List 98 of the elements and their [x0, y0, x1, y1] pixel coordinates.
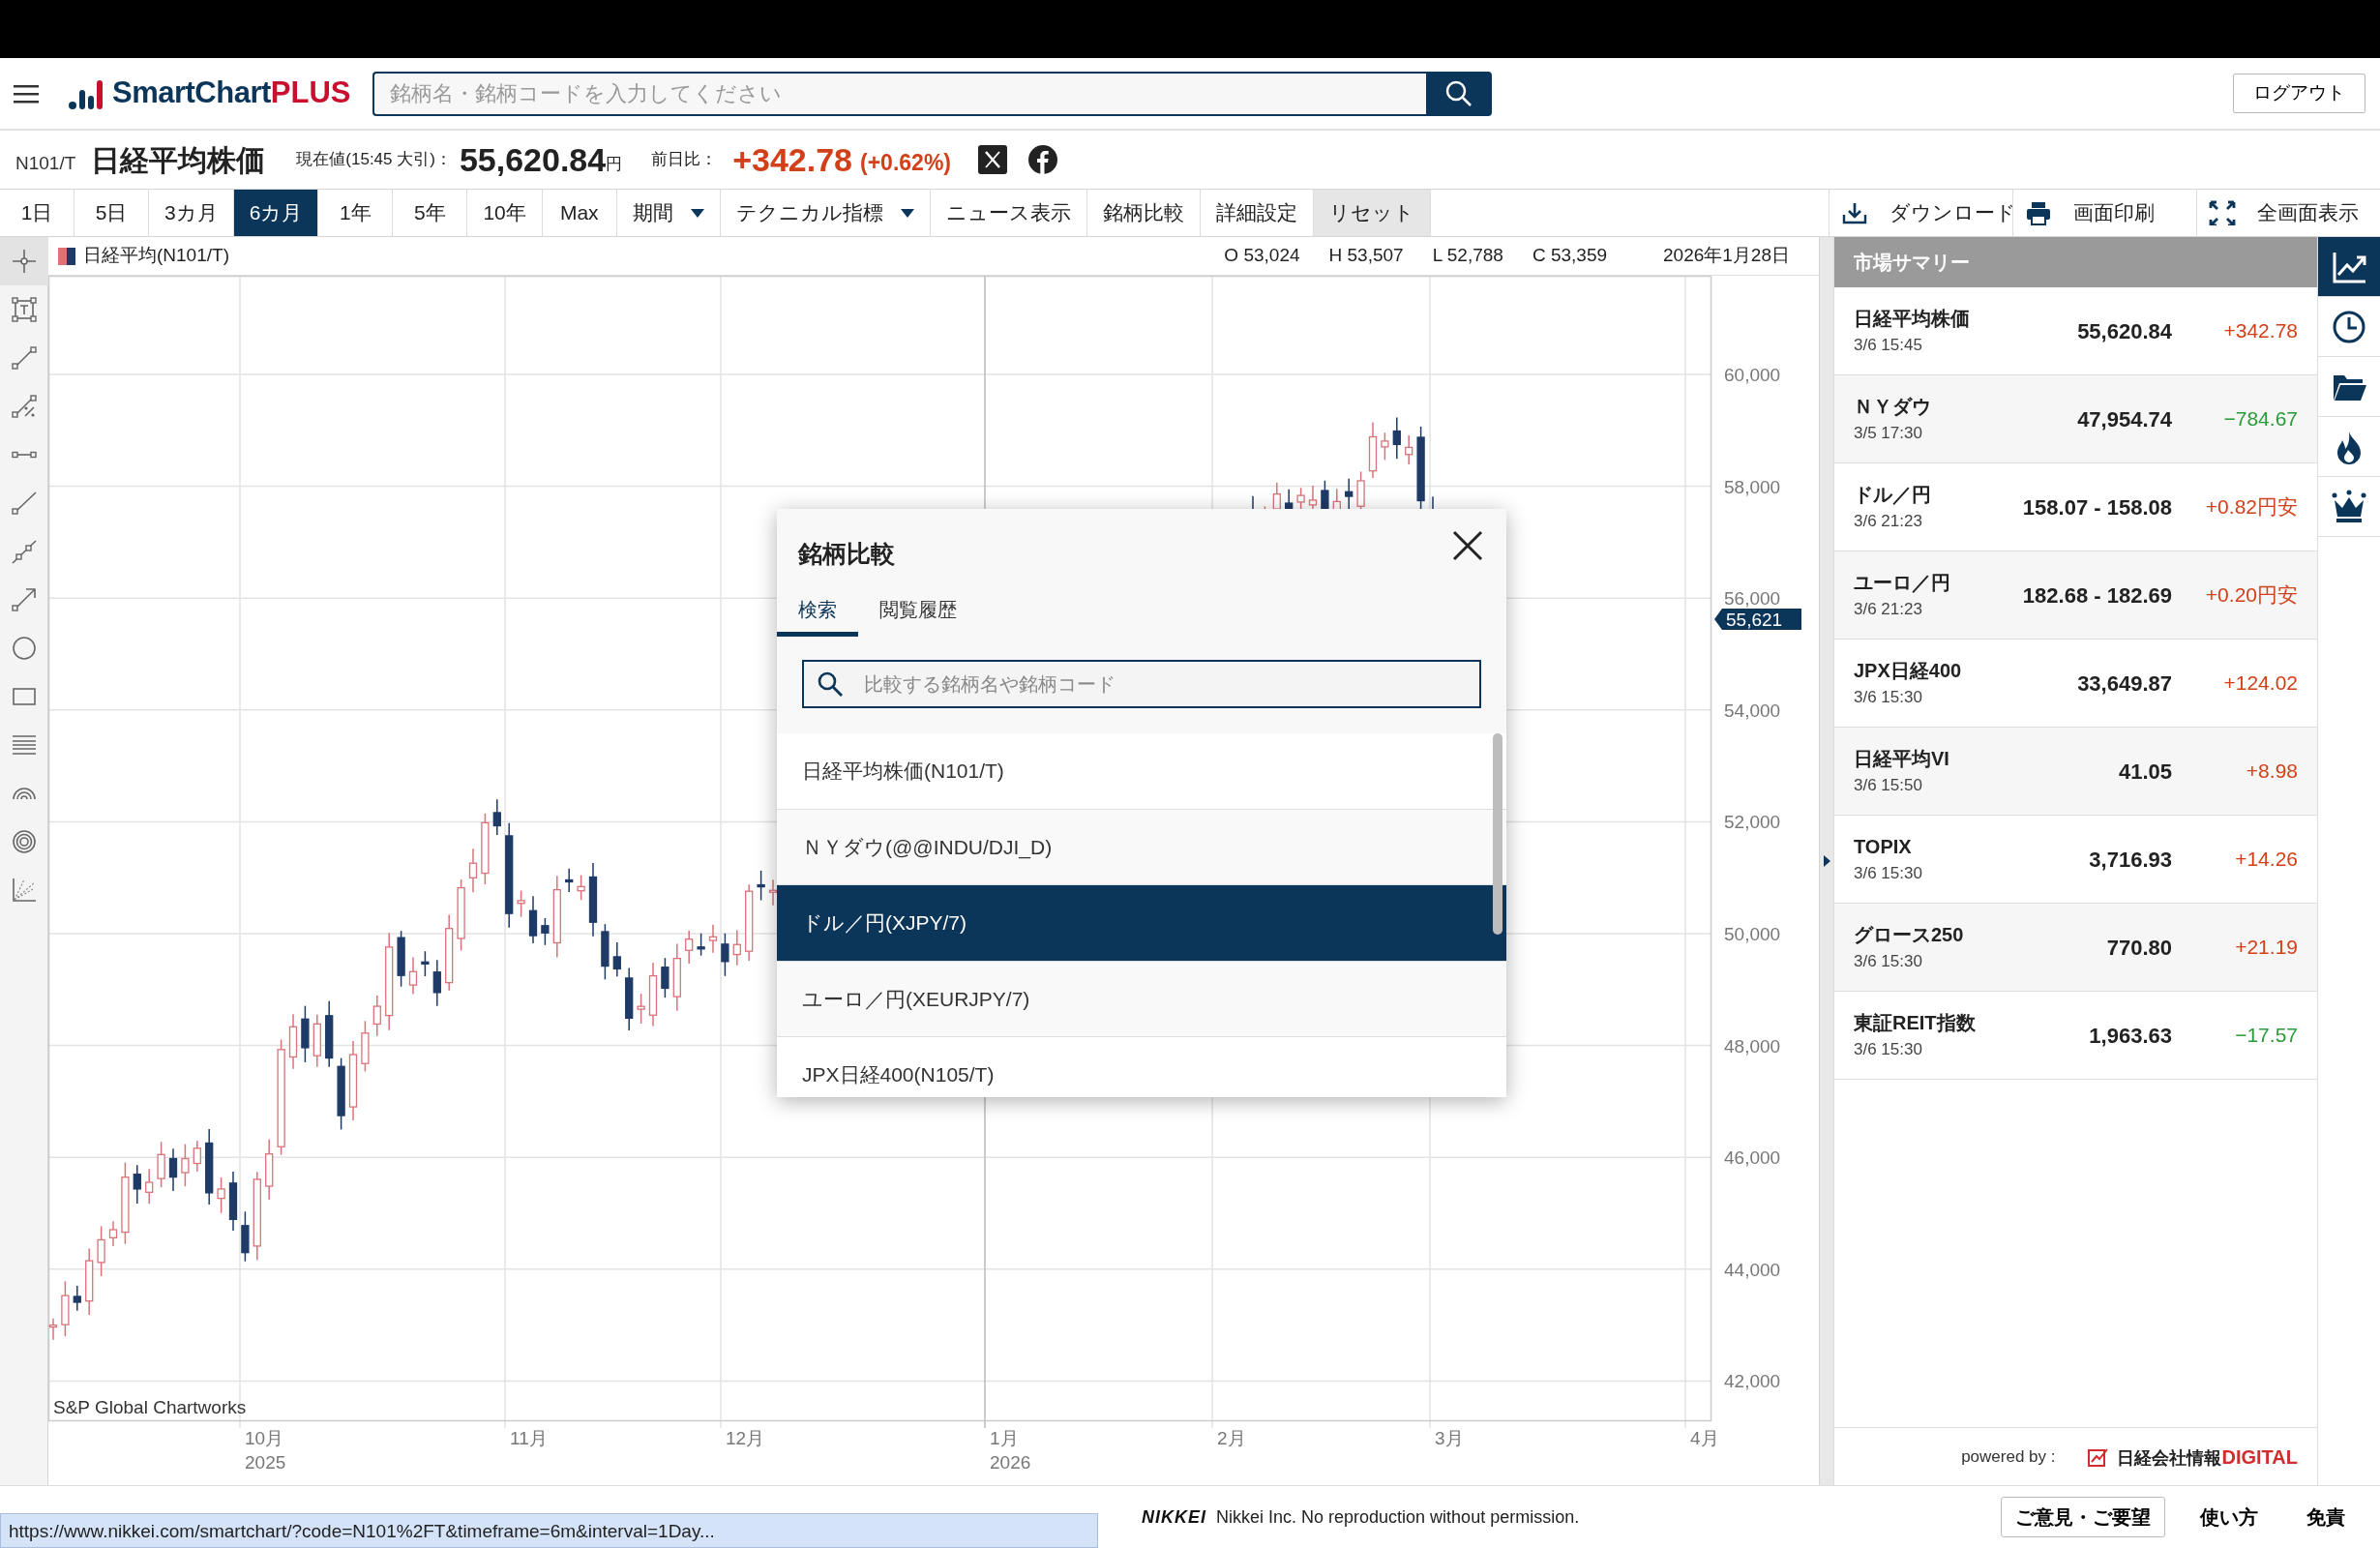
- market-row[interactable]: グロース250 3/6 15:30 770.80 +21.19: [1834, 904, 2317, 992]
- market-time: 3/6 15:30: [1854, 951, 1923, 973]
- result-item[interactable]: ユーロ／円(XEURJPY/7): [777, 961, 1506, 1037]
- result-item[interactable]: ＮＹダウ(@@INDU/DJI_D): [777, 809, 1506, 885]
- powered-by-label: powered by :: [1961, 1445, 2056, 1468]
- axis-label: 2025: [245, 1452, 286, 1473]
- market-row[interactable]: 東証REIT指数 3/6 15:30 1,963.63 −17.57: [1834, 992, 2317, 1080]
- market-name: 東証REIT指数: [1854, 1011, 1976, 1036]
- result-item[interactable]: JPX日経400(N105/T): [777, 1037, 1506, 1097]
- ohlc-value: C 53,359: [1532, 244, 1608, 268]
- market-value: 1,963.63: [2089, 1022, 2172, 1050]
- market-change: +0.82円安: [2204, 494, 2298, 521]
- dialog-title: 銘柄比較: [798, 539, 895, 569]
- market-time: 3/6 21:23: [1854, 511, 1923, 533]
- axis-label: 3月: [1435, 1428, 1464, 1448]
- change-percent: (+0.62%): [860, 148, 951, 177]
- market-name: TOPIX: [1854, 835, 1913, 860]
- market-name: 日経平均株価: [1854, 307, 1970, 332]
- market-time: 3/6 15:30: [1854, 1039, 1923, 1061]
- market-value: 55,620.84: [2077, 317, 2172, 345]
- market-value: 3,716.93: [2089, 846, 2172, 874]
- market-time: 3/6 15:45: [1854, 335, 1923, 357]
- market-time: 3/6 15:30: [1854, 863, 1922, 885]
- axis-label: 50,000: [1724, 924, 1781, 944]
- axis-label: 44,000: [1724, 1259, 1781, 1280]
- market-value: 41.05: [2118, 758, 2172, 786]
- market-row[interactable]: ユーロ／円 3/6 21:23 182.68 - 182.69 +0.20円安: [1834, 551, 2317, 640]
- market-time: 3/6 15:30: [1854, 687, 1923, 709]
- stock-code: N101/T: [15, 151, 76, 175]
- panel-title: 市場サマリー: [1854, 251, 1970, 275]
- price-change: +342.78: [732, 139, 853, 180]
- market-change: −784.67: [2222, 406, 2298, 432]
- axis-label: 42,000: [1724, 1371, 1781, 1392]
- ohlc-value: L 52,788: [1432, 244, 1503, 268]
- compare-search-field[interactable]: 比較する銘柄名や銘柄コード: [802, 660, 1481, 708]
- market-value: 182.68 - 182.69: [2022, 581, 2172, 610]
- axis-label: 48,000: [1724, 1035, 1781, 1057]
- market-time: 3/5 17:30: [1854, 423, 1923, 445]
- result-item[interactable]: ドル／円(XJPY/7): [777, 885, 1506, 962]
- market-row[interactable]: 日経平均VI 3/6 15:50 41.05 +8.98: [1834, 728, 2317, 816]
- axis-label: 58,000: [1724, 476, 1781, 497]
- market-change: −17.57: [2234, 1023, 2298, 1049]
- stock-name: 日経平均株価: [91, 142, 266, 178]
- legend-label: 日経平均(N101/T): [83, 244, 229, 268]
- market-time: 3/6 21:23: [1854, 599, 1923, 621]
- toolbar-button[interactable]: リセット: [1313, 190, 1431, 236]
- logo-text[interactable]: SmartChartPLUS: [112, 71, 351, 116]
- market-change: +0.20円安: [2204, 582, 2298, 609]
- price-label: 現在値(15:45 大引)：: [296, 149, 452, 171]
- market-name: ドル／円: [1854, 483, 1931, 508]
- toolbar-button[interactable]: ダウンロード: [1829, 190, 2012, 236]
- dialog-tab[interactable]: 閲覧履歴: [858, 586, 978, 637]
- market-value: 33,649.87: [2077, 670, 2172, 698]
- market-row[interactable]: ＮＹダウ 3/5 17:30 47,954.74 −784.67: [1834, 375, 2317, 463]
- market-change: +14.26: [2234, 847, 2298, 873]
- market-change: +8.98: [2245, 759, 2298, 785]
- brand-logo[interactable]: 日経会社情報DIGITAL: [2117, 1442, 2298, 1472]
- market-change: +342.78: [2222, 318, 2298, 344]
- chart-credit: S&P Global Chartworks: [53, 1397, 247, 1417]
- market-name: グロース250: [1854, 923, 1964, 948]
- axis-label: 56,000: [1724, 588, 1781, 610]
- axis-label: 46,000: [1724, 1147, 1781, 1169]
- market-name: ユーロ／円: [1854, 571, 1950, 596]
- market-name: 日経平均VI: [1854, 747, 1949, 772]
- copyright-text: Nikkei Inc. No reproduction without permission.: [1216, 1505, 1580, 1529]
- ohlc-value: H 53,507: [1328, 244, 1404, 268]
- market-value: 770.80: [2106, 934, 2172, 962]
- axis-label: 10月: [245, 1428, 284, 1448]
- status-url: https://www.nikkei.com/smartchart/?code=N101%2FT&timeframe=6m&interval=1Day...: [0, 1513, 1098, 1548]
- chart-date: 2026年1月28日: [1663, 244, 1790, 268]
- market-name: JPX日経400: [1854, 659, 1962, 684]
- axis-label: 52,000: [1724, 812, 1781, 833]
- period-tab[interactable]: 6カ月: [233, 190, 319, 236]
- market-value: 47,954.74: [2077, 405, 2172, 433]
- axis-label: 2026: [990, 1452, 1031, 1473]
- market-change: +21.19: [2234, 935, 2298, 961]
- market-value: 158.07 - 158.08: [2022, 493, 2172, 521]
- axis-label: 54,000: [1724, 700, 1781, 721]
- dialog-tab[interactable]: 検索: [777, 586, 858, 637]
- axis-label: 2月: [1217, 1428, 1246, 1448]
- footer-link[interactable]: ご意見・ご要望: [2001, 1497, 2165, 1537]
- search-field[interactable]: 銘柄名・銘柄コードを入力してください: [372, 71, 1426, 116]
- axis-label: 1月: [990, 1428, 1019, 1448]
- axis-label: 12月: [726, 1428, 765, 1448]
- market-change: +124.02: [2222, 670, 2298, 697]
- axis-label: 4月: [1690, 1428, 1719, 1448]
- market-name: ＮＹダウ: [1854, 395, 1931, 420]
- ohlc-value: O 53,024: [1224, 244, 1300, 268]
- change-label: 前日比：: [651, 149, 718, 171]
- result-item[interactable]: 日経平均株価(N101/T): [777, 733, 1506, 810]
- logout-button[interactable]: ログアウト: [2233, 74, 2365, 113]
- current-price: 55,620.84: [459, 139, 607, 180]
- market-time: 3/6 15:50: [1854, 775, 1923, 797]
- axis-label: 11月: [510, 1428, 548, 1448]
- axis-label: 60,000: [1724, 365, 1781, 385]
- price-tag: 55,621: [1714, 609, 1801, 631]
- price-unit: 円: [606, 155, 623, 174]
- footer-logo: NIKKEI: [1142, 1505, 1206, 1529]
